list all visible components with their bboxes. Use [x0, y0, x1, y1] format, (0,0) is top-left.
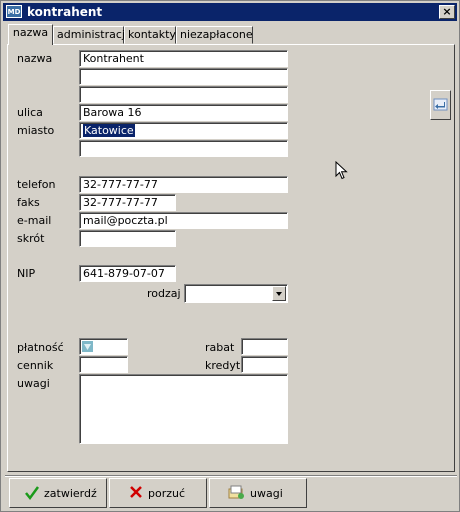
label-email: e-mail — [17, 214, 52, 227]
miasto-selected-text: Katowice — [83, 124, 135, 137]
label-ulica: ulica — [17, 106, 43, 119]
confirm-label: zatwierdź — [44, 487, 97, 500]
notes-icon — [228, 485, 244, 501]
tab-administracja[interactable]: administracja — [53, 26, 132, 44]
arrow-back-icon — [433, 98, 448, 111]
lookup-icon[interactable] — [82, 341, 93, 352]
close-button[interactable]: × — [439, 5, 455, 19]
app-icon: MD — [6, 5, 22, 18]
mouse-cursor-icon — [335, 161, 348, 180]
label-skrot: skrót — [17, 232, 45, 245]
label-uwagi: uwagi — [17, 377, 50, 390]
x-icon — [128, 485, 144, 501]
notes-label: uwagi — [250, 487, 283, 500]
uwagi-textarea[interactable] — [79, 374, 288, 444]
label-platnosc: płatność — [17, 341, 64, 354]
tab-kontakty[interactable]: kontakty — [124, 26, 176, 44]
checkmark-icon — [24, 485, 40, 501]
label-miasto: miasto — [17, 124, 55, 137]
cancel-label: porzuć — [148, 487, 186, 500]
confirm-button[interactable]: zatwierdź — [9, 478, 107, 508]
nazwa-line1-field[interactable]: Kontrahent — [79, 50, 288, 67]
bottom-separator — [5, 475, 457, 477]
rodzaj-select[interactable] — [184, 284, 288, 303]
platnosc-field[interactable] — [79, 338, 128, 355]
skrot-field[interactable] — [79, 230, 176, 247]
chevron-down-icon[interactable] — [272, 286, 286, 301]
label-nip: NIP — [17, 267, 36, 280]
label-rodzaj: rodzaj — [147, 287, 181, 300]
label-telefon: telefon — [17, 178, 56, 191]
telefon-field[interactable]: 32-777-77-77 — [79, 176, 288, 193]
label-cennik: cennik — [17, 359, 54, 372]
tab-niezaplacone[interactable]: niezapłacone — [176, 26, 253, 44]
ulica-field[interactable]: Barowa 16 — [79, 104, 288, 121]
cennik-field[interactable] — [79, 356, 128, 373]
rabat-field[interactable] — [241, 338, 288, 355]
miasto-extra-field[interactable] — [79, 140, 288, 157]
title-bar[interactable]: MD kontrahent × — [3, 3, 457, 21]
label-faks: faks — [17, 196, 40, 209]
cancel-button[interactable]: porzuć — [109, 478, 207, 508]
miasto-field[interactable]: Katowice — [79, 122, 288, 139]
label-kredyt: kredyt — [205, 359, 241, 372]
nazwa-line2-field[interactable] — [79, 68, 288, 85]
tab-nazwa[interactable]: nazwa — [8, 24, 53, 45]
label-nazwa: nazwa — [17, 52, 53, 65]
window-title: kontrahent — [27, 5, 103, 19]
copy-address-button[interactable] — [430, 90, 451, 120]
label-rabat: rabat — [205, 341, 235, 354]
notes-button[interactable]: uwagi — [209, 478, 307, 508]
nazwa-line3-field[interactable] — [79, 86, 288, 103]
nip-field[interactable]: 641-879-07-07 — [79, 265, 176, 282]
email-field[interactable]: mail@poczta.pl — [79, 212, 288, 229]
faks-field[interactable]: 32-777-77-77 — [79, 194, 176, 211]
kontrahent-window: MD kontrahent × nazwa administracja kont… — [0, 0, 460, 512]
kredyt-field[interactable] — [241, 356, 288, 373]
